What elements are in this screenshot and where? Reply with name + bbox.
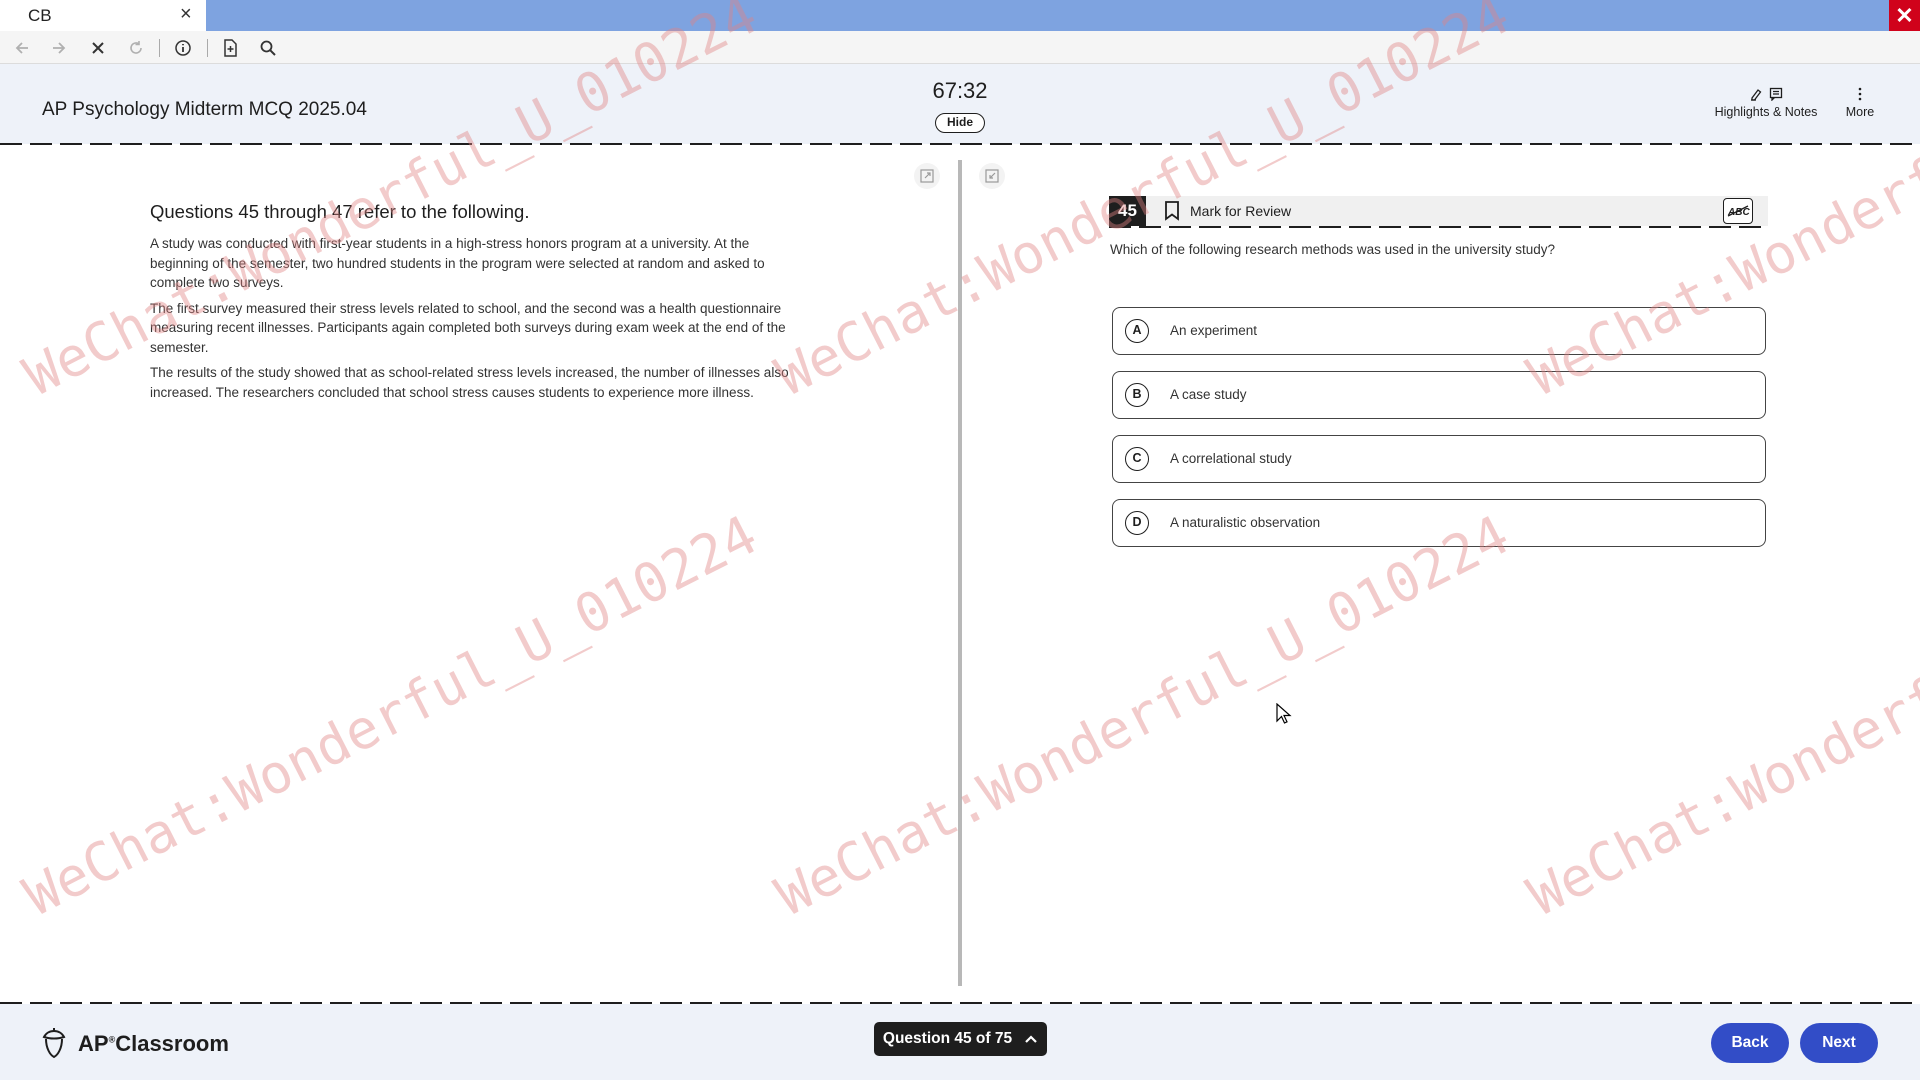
brand-ap: AP (78, 1031, 109, 1056)
passage-panel: Questions 45 through 47 refer to the fol… (150, 201, 806, 408)
option-letter: B (1125, 383, 1149, 407)
arrow-right-icon[interactable] (46, 35, 72, 61)
exam-header: AP Psychology Midterm MCQ 2025.04 67:32 … (0, 64, 1920, 144)
option-text: A correlational study (1170, 451, 1292, 466)
question-number: 45 (1109, 196, 1146, 226)
tab-close-icon[interactable]: × (180, 3, 192, 26)
next-button[interactable]: Next (1800, 1023, 1878, 1063)
option-text: A naturalistic observation (1170, 515, 1321, 530)
brand-classroom: Classroom (115, 1031, 229, 1056)
info-icon[interactable] (170, 35, 196, 61)
svg-text:ABC: ABC (1727, 207, 1750, 218)
toolbar-divider (159, 39, 160, 57)
exam-title: AP Psychology Midterm MCQ 2025.04 (42, 99, 367, 120)
more-label: More (1845, 105, 1875, 119)
highlighter-icon (1751, 89, 1762, 101)
ap-classroom-logo[interactable]: AP®Classroom (40, 1028, 229, 1060)
exam-footer: AP®Classroom Question 45 of 75 Back Next (0, 1004, 1920, 1080)
collapse-icon[interactable] (979, 163, 1005, 189)
watermark-text: WeChat:Wonderful_U_010224 (1518, 503, 1920, 929)
vertical-dots-icon (1858, 87, 1862, 101)
abc-strikethrough-icon[interactable]: ABC (1723, 198, 1753, 224)
back-button[interactable]: Back (1711, 1023, 1789, 1063)
watermark-text: WeChat:Wonderful_U_010224 (14, 503, 767, 929)
browser-tab-strip: CB × ✕ (0, 0, 1920, 31)
chevron-up-icon (1025, 1035, 1037, 1043)
mark-for-review-button[interactable]: Mark for Review (1164, 196, 1291, 226)
passage-paragraph: The results of the study showed that as … (150, 365, 789, 400)
mark-for-review-label: Mark for Review (1190, 203, 1292, 219)
header-dashed-border (0, 143, 1920, 145)
option-letter: C (1125, 447, 1149, 471)
question-navigator-button[interactable]: Question 45 of 75 (874, 1022, 1047, 1056)
app-root: CB × ✕ AP Psychology Midterm MCQ 2025.04… (0, 0, 1920, 1080)
answer-option-b[interactable]: B A case study (1112, 371, 1766, 419)
page-icon[interactable] (217, 35, 243, 61)
ap-acorn-logo (42, 1028, 66, 1059)
browser-toolbar (0, 31, 1920, 64)
hide-timer-button[interactable]: Hide (935, 113, 985, 133)
expand-icon[interactable] (914, 163, 940, 189)
highlights-notes-label: Highlights & Notes (1714, 105, 1818, 119)
bookmark-icon (1165, 201, 1179, 221)
toolbar-divider (207, 39, 208, 57)
exam-timer: 67:32 (932, 78, 988, 103)
passage-paragraph: The first survey measured their stress l… (150, 300, 786, 355)
mouse-cursor-icon (1276, 702, 1292, 730)
option-text: An experiment (1170, 323, 1258, 338)
search-icon[interactable] (255, 35, 281, 61)
question-header-bar: 45 Mark for Review ABC (1109, 196, 1768, 226)
browser-tab[interactable]: CB × (0, 0, 206, 31)
arrow-left-icon[interactable] (9, 35, 35, 61)
question-header-dashed-border (1109, 226, 1768, 228)
highlights-notes-button[interactable]: Highlights & Notes (1710, 87, 1822, 119)
option-text: A case study (1170, 387, 1247, 402)
more-menu-button[interactable]: More (1840, 87, 1880, 119)
question-navigator-label: Question 45 of 75 (882, 1030, 1013, 1047)
answer-option-d[interactable]: D A naturalistic observation (1112, 499, 1766, 547)
option-letter: D (1125, 511, 1149, 535)
stop-icon[interactable] (85, 35, 111, 61)
tab-title: CB (28, 6, 52, 25)
passage-paragraph: A study was conducted with first-year st… (150, 236, 765, 290)
answer-options: A An experiment B A case study C A corre… (1112, 307, 1766, 563)
notes-icon (1769, 87, 1783, 101)
passage-heading: Questions 45 through 47 refer to the fol… (150, 201, 530, 222)
answer-option-a[interactable]: A An experiment (1112, 307, 1766, 355)
option-letter: A (1125, 319, 1149, 343)
watermark-text: WeChat:Wonderful_U_010224 (766, 503, 1519, 929)
panel-resize-divider[interactable] (958, 160, 962, 986)
window-close-button[interactable]: ✕ (1889, 0, 1920, 31)
reload-icon[interactable] (123, 35, 149, 61)
answer-option-c[interactable]: C A correlational study (1112, 435, 1766, 483)
question-stem: Which of the following research methods … (1110, 242, 1555, 257)
